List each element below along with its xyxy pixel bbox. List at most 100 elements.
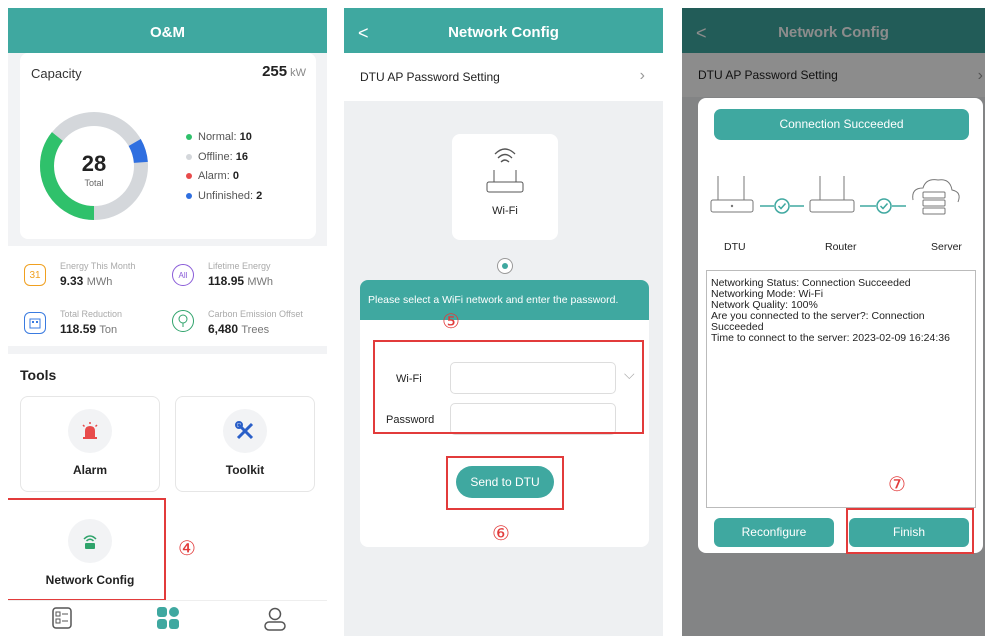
stat-label: Energy This Month (60, 261, 136, 271)
nav-overview-icon[interactable] (52, 607, 72, 634)
alarm-tool-button[interactable]: Alarm (20, 396, 160, 492)
alarm-icon (68, 409, 112, 453)
network-config-title: Network Config (448, 24, 559, 41)
legend-alarm: Alarm: 0 (186, 167, 262, 187)
stat-unit: Ton (99, 324, 118, 336)
bottom-nav (8, 600, 327, 636)
wifi-instruction-banner: Please select a WiFi network and enter t… (360, 280, 649, 320)
legend-label: Alarm: (198, 170, 230, 182)
highlight-send-button (446, 456, 564, 510)
wifi-mode-card[interactable]: Wi-Fi (452, 134, 558, 240)
building-icon (24, 312, 46, 334)
dtu-ap-password-row[interactable]: DTU AP Password Setting › (344, 53, 663, 101)
nav-profile-icon[interactable] (264, 607, 286, 636)
legend-label: Unfinished: (198, 189, 254, 202)
stat-label: Carbon Emission Offset (208, 309, 303, 319)
all-icon: All (172, 264, 194, 286)
step-marker-5: ⑤ (442, 311, 460, 333)
capacity-label: Capacity (31, 66, 82, 81)
stat-value: 6,480 Trees (208, 322, 303, 336)
calendar-icon: 31 (24, 264, 46, 286)
step-marker-6: ⑥ (492, 523, 510, 545)
dtu-device-icon (710, 176, 754, 213)
legend-label: Offline: (198, 150, 233, 163)
wifi-card-label: Wi-Fi (492, 205, 518, 217)
legend-value: 10 (239, 131, 252, 143)
toolkit-tool-label: Toolkit (225, 463, 265, 477)
donut-legend: Normal: 10 Offline: 16 Alarm: 0 Unfinish… (186, 128, 262, 206)
list-glyph (52, 607, 72, 629)
stat-label: Total Reduction (60, 309, 123, 319)
highlight-wifi-fields (373, 340, 644, 434)
stat-number: 9.33 (60, 274, 84, 288)
om-header: O&M (8, 8, 327, 53)
tree-icon (172, 310, 194, 332)
connection-result-dialog: Connection Succeeded DTU Router Server N… (698, 98, 983, 553)
legend-unfinished: Unfinished: 2 (186, 187, 262, 207)
legend-dot (186, 153, 192, 160)
connection-result-screen: < Network Config DTU AP Password Setting… (682, 8, 985, 636)
stat-number: 118.95 (208, 274, 245, 288)
reconfigure-button[interactable]: Reconfigure (714, 518, 834, 547)
alarm-glyph (82, 422, 98, 439)
legend-dot (186, 134, 192, 141)
user-glyph (264, 607, 286, 631)
stat-lifetime-energy: Lifetime Energy 118.95 MWh (208, 261, 273, 288)
stat-total-reduction: Total Reduction 118.59 Ton (60, 309, 122, 336)
capacity-number: 255 (262, 63, 288, 80)
status-line: Time to connect to the server: 2023-02-0… (711, 332, 950, 344)
alarm-tool-label: Alarm (72, 463, 107, 477)
legend-label: Normal: (198, 131, 237, 143)
check-icon (876, 198, 892, 214)
legend-dot (186, 192, 192, 199)
capacity-value: 255 kW (262, 63, 306, 80)
dtu-ap-password-label: DTU AP Password Setting (360, 70, 500, 84)
stat-unit: MWh (86, 276, 113, 288)
stat-unit: Trees (241, 324, 270, 336)
donut-total: 28 (82, 151, 106, 176)
legend-value: 16 (235, 150, 248, 163)
server-cloud-icon (912, 179, 960, 215)
energy-stats: 31 Energy This Month 9.33 MWh All Lifetim… (8, 246, 327, 346)
nav-tools-icon[interactable] (157, 607, 179, 634)
step-marker-4: ④ (178, 538, 196, 560)
server-label: Server (931, 241, 962, 253)
stat-value: 118.59 Ton (60, 322, 122, 336)
network-config-screen: < Network Config DTU AP Password Setting… (344, 8, 663, 636)
toolkit-icon (223, 409, 267, 453)
capacity-unit: kW (290, 67, 306, 79)
stat-number: 118.59 (60, 322, 97, 336)
stat-number: 6,480 (208, 322, 239, 336)
stat-carbon-offset: Carbon Emission Offset 6,480 Trees (208, 309, 303, 336)
grid-glyph (157, 607, 179, 629)
stat-energy-month: Energy This Month 9.33 MWh (60, 261, 135, 288)
connection-status-banner: Connection Succeeded (714, 109, 969, 140)
calendar-icon-text: 31 (29, 269, 41, 281)
back-icon[interactable]: < (358, 8, 369, 58)
router-device-icon (809, 176, 855, 213)
tools-title: Tools (20, 367, 57, 383)
stat-unit: MWh (247, 276, 274, 288)
legend-offline: Offline: 16 (186, 148, 262, 168)
stat-value: 118.95 MWh (208, 274, 273, 288)
network-config-header: < Network Config (344, 8, 663, 53)
legend-value: 2 (256, 189, 263, 202)
router-label: Router (825, 241, 857, 253)
chevron-right-icon: › (639, 67, 645, 84)
all-icon-text: All (178, 270, 188, 280)
toolkit-tool-button[interactable]: Toolkit (175, 396, 315, 492)
legend-dot (186, 173, 192, 180)
om-title: O&M (150, 24, 185, 41)
donut-total-label: Total (84, 178, 103, 188)
status-line: Are you connected to the server?: Connec… (711, 310, 925, 333)
stat-value: 9.33 MWh (60, 274, 135, 288)
wifi-mode-radio[interactable] (497, 258, 513, 274)
tree-glyph (178, 314, 188, 327)
dtu-label: DTU (724, 241, 746, 253)
network-path-diagram (710, 176, 960, 215)
highlight-finish-button (846, 508, 974, 554)
toolkit-glyph (235, 421, 254, 440)
legend-normal: Normal: 10 (186, 128, 262, 148)
building-glyph (29, 318, 41, 329)
om-screen: O&M Capacity 255 kW 28 Total Normal: 10 O… (8, 8, 327, 636)
